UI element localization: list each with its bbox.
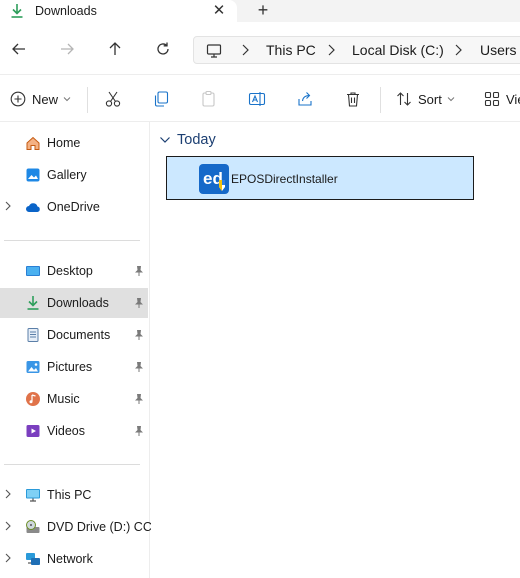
desktop-icon — [25, 263, 41, 279]
group-header-today[interactable]: Today — [159, 132, 216, 148]
command-bar: New Sort View — [0, 74, 520, 122]
chevron-right-icon[interactable] — [4, 553, 14, 566]
pin-icon — [134, 393, 144, 405]
up-button[interactable] — [104, 38, 126, 60]
sidebar-item-pictures[interactable]: Pictures — [0, 352, 148, 382]
sidebar-item-documents[interactable]: Documents — [0, 320, 148, 350]
pictures-icon — [25, 359, 41, 375]
sort-button[interactable]: Sort — [396, 89, 456, 109]
download-icon — [25, 295, 41, 311]
sidebar-item-desktop[interactable]: Desktop — [0, 256, 148, 286]
computer-icon — [25, 487, 41, 503]
gallery-icon — [25, 167, 41, 183]
breadcrumb-local-disk[interactable]: Local Disk (C:) — [352, 42, 444, 58]
back-button[interactable] — [8, 38, 30, 60]
chevron-right-icon[interactable] — [4, 521, 14, 534]
copy-button[interactable] — [152, 89, 170, 109]
paste-icon — [202, 90, 215, 107]
breadcrumb-users[interactable]: Users — [480, 42, 517, 58]
new-button[interactable]: New — [10, 89, 72, 109]
sidebar-item-music[interactable]: Music — [0, 384, 148, 414]
new-label: New — [32, 91, 59, 107]
pin-icon — [134, 361, 144, 373]
sidebar-item-videos[interactable]: Videos — [0, 416, 148, 446]
share-button[interactable] — [296, 89, 314, 109]
chevron-right-icon — [455, 44, 462, 56]
trash-icon — [347, 92, 359, 107]
network-icon — [25, 551, 41, 567]
sidebar-item-network[interactable]: Network — [0, 544, 148, 574]
pin-icon — [134, 297, 144, 309]
sidebar-item-this-pc[interactable]: This PC — [0, 480, 148, 510]
chevron-down-icon — [447, 97, 455, 102]
tab-bar: Downloads ✕ + — [0, 0, 520, 26]
close-tab-button[interactable]: ✕ — [210, 1, 228, 19]
cut-button[interactable] — [104, 89, 122, 109]
sort-icon — [397, 92, 411, 106]
pin-icon — [134, 329, 144, 341]
computer-icon — [206, 43, 222, 62]
documents-icon — [25, 327, 41, 343]
sort-label: Sort — [418, 91, 442, 107]
share-icon — [298, 92, 312, 106]
chevron-down-icon — [63, 97, 71, 102]
plus-circle-icon — [10, 91, 26, 107]
sidebar-item-gallery[interactable]: Gallery — [0, 160, 148, 190]
chevron-right-icon — [328, 44, 335, 56]
rename-button[interactable] — [248, 89, 266, 109]
navigation-pane: Home Gallery OneDrive Desktop Downloads … — [0, 122, 161, 578]
file-list: Today ed EPOSDirectInstaller — [151, 122, 520, 578]
rename-icon — [248, 92, 266, 106]
pin-icon — [134, 265, 144, 277]
grid-view-icon — [484, 91, 500, 107]
download-icon — [9, 3, 25, 19]
divider — [87, 87, 88, 113]
music-icon — [25, 391, 41, 407]
tab-title: Downloads — [35, 4, 97, 18]
cloud-icon — [25, 199, 41, 215]
home-icon — [25, 135, 41, 151]
chevron-right-icon[interactable] — [4, 489, 14, 502]
sidebar-item-onedrive[interactable]: OneDrive — [0, 192, 148, 222]
sidebar-item-dvd-drive[interactable]: DVD Drive (D:) CCC — [0, 512, 161, 542]
chevron-down-icon — [160, 137, 170, 143]
chevron-right-icon — [242, 44, 249, 56]
videos-icon — [25, 423, 41, 439]
copy-icon — [154, 91, 169, 107]
forward-button[interactable] — [56, 38, 78, 60]
arrow-left-icon — [12, 43, 25, 55]
paste-button[interactable] — [200, 89, 218, 109]
pin-icon — [134, 425, 144, 437]
arrow-up-icon — [109, 42, 121, 55]
breadcrumb-this-pc[interactable]: This PC — [266, 42, 316, 58]
arrow-right-icon — [61, 43, 74, 55]
dvd-drive-icon — [25, 519, 41, 535]
sidebar-item-home[interactable]: Home — [0, 128, 148, 158]
epos-installer-icon: ed — [198, 163, 230, 195]
new-tab-button[interactable]: + — [253, 0, 273, 22]
navigation-bar: This PC Local Disk (C:) Users — [0, 26, 520, 74]
divider — [4, 240, 140, 241]
refresh-icon — [157, 42, 169, 55]
file-name: EPOSDirectInstaller — [231, 172, 338, 186]
delete-button[interactable] — [344, 89, 362, 109]
view-button[interactable]: View — [484, 89, 520, 109]
view-label: View — [506, 91, 520, 107]
scissors-icon — [105, 91, 121, 107]
sidebar-item-downloads[interactable]: Downloads — [0, 288, 148, 318]
divider — [4, 464, 140, 465]
address-bar[interactable]: This PC Local Disk (C:) Users — [193, 36, 520, 64]
refresh-button[interactable] — [152, 38, 174, 60]
file-item-eposdirectinstaller[interactable]: ed EPOSDirectInstaller — [166, 156, 474, 200]
divider — [380, 87, 381, 113]
group-label: Today — [177, 132, 216, 148]
chevron-right-icon[interactable] — [4, 201, 14, 214]
tab-downloads[interactable]: Downloads ✕ — [0, 0, 237, 26]
